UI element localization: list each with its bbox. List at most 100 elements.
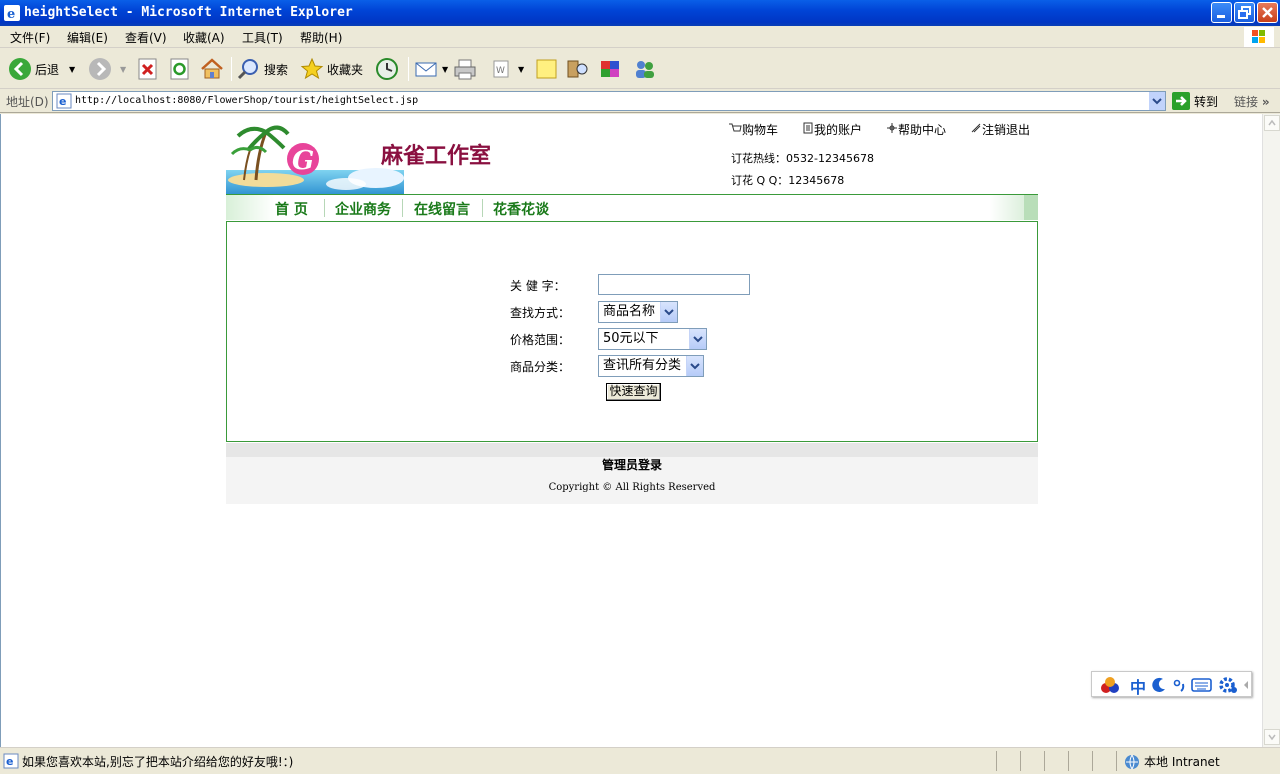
collapse-arrow-icon[interactable]	[1242, 680, 1250, 690]
contacts-button[interactable]	[632, 55, 658, 83]
chevron-down-icon[interactable]	[660, 302, 677, 322]
address-dropdown[interactable]	[1148, 92, 1165, 110]
toolbar-separator	[231, 57, 232, 81]
nav-message[interactable]: 在线留言	[414, 199, 470, 219]
status-divider	[996, 751, 997, 771]
research-icon	[567, 60, 588, 78]
chevron-down-icon[interactable]: ▼	[69, 65, 75, 74]
ime-logo-icon[interactable]	[1098, 675, 1122, 695]
status-divider	[1116, 751, 1117, 771]
menu-favorites[interactable]: 收藏(A)	[183, 29, 225, 46]
nav-home[interactable]: 首 页	[275, 199, 308, 219]
menu-view[interactable]: 查看(V)	[125, 29, 167, 46]
copyright: Copyright © All Rights Reserved	[548, 482, 716, 493]
refresh-button[interactable]	[169, 55, 191, 83]
page-icon: e	[56, 93, 72, 109]
ime-mode[interactable]: 中	[1130, 674, 1146, 698]
search-button[interactable]: 搜索	[237, 55, 288, 83]
windows-logo-icon	[1244, 27, 1274, 47]
chevron-down-icon[interactable]	[686, 356, 703, 376]
logout-link-label: 注销退出	[982, 123, 1031, 137]
mail-button[interactable]: ▼	[414, 55, 448, 83]
menu-tools[interactable]: 工具(T)	[242, 29, 283, 46]
minimize-button[interactable]	[1211, 2, 1232, 23]
method-label: 查找方式：	[510, 306, 571, 320]
security-zone-label: 本地 Intranet	[1144, 755, 1220, 769]
status-divider	[1044, 751, 1045, 771]
account-link-label: 我的账户	[814, 123, 863, 137]
toolbar-separator	[408, 57, 409, 81]
search-form: 关 健 字： 查找方式： 商品名称 价格范围： 50元以下 商品分类： 查讯所有…	[226, 221, 1038, 442]
address-input[interactable]: e http://localhost:8080/FlowerShop/touri…	[52, 91, 1166, 111]
scroll-down-button[interactable]	[1264, 729, 1280, 745]
nav-divider	[402, 199, 403, 217]
status-bar: e 如果您喜欢本站,别忘了把本站介绍给您的好友哦!：) 本地 Intranet	[0, 747, 1280, 774]
price-label: 价格范围：	[510, 333, 571, 347]
favorites-button[interactable]: 收藏夹	[300, 55, 363, 83]
toolbar: 后退 ▼ ▼ 搜索 收藏夹 ▼ W ▼	[0, 49, 1280, 89]
chevron-down-icon[interactable]: ▼	[442, 65, 448, 74]
go-label: 转到	[1194, 94, 1219, 109]
stop-button[interactable]	[137, 55, 159, 83]
forward-button[interactable]: ▼	[88, 55, 126, 83]
help-link-label: 帮助中心	[898, 123, 947, 137]
logout-link[interactable]: 注销退出	[970, 123, 1042, 137]
restore-button[interactable]	[1234, 2, 1255, 23]
intranet-icon	[1125, 754, 1139, 769]
nav-flower-talk[interactable]: 花香花谈	[493, 199, 549, 219]
home-button[interactable]	[200, 55, 224, 83]
price-select[interactable]: 50元以下	[598, 328, 707, 350]
people-icon	[636, 61, 654, 78]
menu-edit[interactable]: 编辑(E)	[67, 29, 108, 46]
sticky-note-icon	[536, 59, 557, 79]
go-arrow-icon	[1172, 92, 1190, 110]
svg-text:W: W	[496, 66, 505, 76]
cart-link-label: 购物车	[742, 123, 779, 137]
edit-button[interactable]: W ▼	[490, 55, 524, 83]
print-button[interactable]	[452, 55, 478, 83]
punctuation-icon[interactable]	[1172, 676, 1188, 694]
research-button[interactable]	[565, 55, 591, 83]
history-button[interactable]	[375, 55, 399, 83]
search-label: 搜索	[264, 62, 289, 77]
help-link[interactable]: 帮助中心	[886, 123, 958, 137]
method-select[interactable]: 商品名称	[598, 301, 678, 323]
notes-button[interactable]	[535, 55, 559, 83]
nav-business[interactable]: 企业商务	[335, 199, 391, 219]
menu-help[interactable]: 帮助(H)	[300, 29, 342, 46]
quick-search-button[interactable]: 快速查询	[606, 383, 661, 401]
vertical-scrollbar[interactable]	[1262, 114, 1280, 747]
keyboard-icon[interactable]	[1191, 677, 1213, 693]
close-button[interactable]	[1257, 2, 1278, 23]
page-icon: e	[3, 753, 19, 769]
footer-band	[226, 443, 1038, 457]
gear-icon[interactable]	[1217, 675, 1239, 695]
go-button[interactable]: 转到	[1172, 92, 1218, 110]
page-viewport: G 麻雀工作室 购物车 我的账户 帮助中心 注销退出 订花热线：0532-123456…	[0, 114, 1262, 747]
top-links: 购物车 我的账户 帮助中心 注销退出	[728, 121, 1054, 138]
nav-divider	[482, 199, 483, 217]
chevron-down-icon	[1152, 98, 1162, 105]
title-bar: e heightSelect - Microsoft Internet Expl…	[0, 0, 1280, 26]
security-zone[interactable]: 本地 Intranet	[1124, 753, 1220, 770]
chevron-down-icon[interactable]: ▼	[120, 65, 126, 74]
chevron-down-icon[interactable]: ▼	[518, 65, 524, 74]
chevron-down-icon[interactable]	[689, 329, 706, 349]
account-link[interactable]: 我的账户	[802, 122, 874, 137]
back-button[interactable]: 后退 ▼	[8, 55, 75, 83]
printer-icon	[454, 59, 476, 80]
blocks-icon	[601, 61, 619, 77]
cart-link[interactable]: 购物车	[728, 123, 790, 137]
links-button[interactable]: 链接 »	[1234, 93, 1270, 110]
messenger-button[interactable]	[598, 55, 624, 83]
keyword-input[interactable]	[598, 274, 750, 295]
order-qq: 订花 Q Q：12345678	[731, 174, 845, 187]
history-icon	[376, 58, 398, 80]
scroll-up-button[interactable]	[1264, 115, 1280, 131]
nav-end-decoration	[1024, 195, 1038, 220]
moon-icon[interactable]	[1152, 676, 1168, 694]
admin-login-link[interactable]: 管理员登录	[226, 456, 1038, 473]
category-select[interactable]: 查讯所有分类	[598, 355, 704, 377]
menu-file[interactable]: 文件(F)	[10, 29, 50, 46]
refresh-icon	[170, 58, 189, 80]
